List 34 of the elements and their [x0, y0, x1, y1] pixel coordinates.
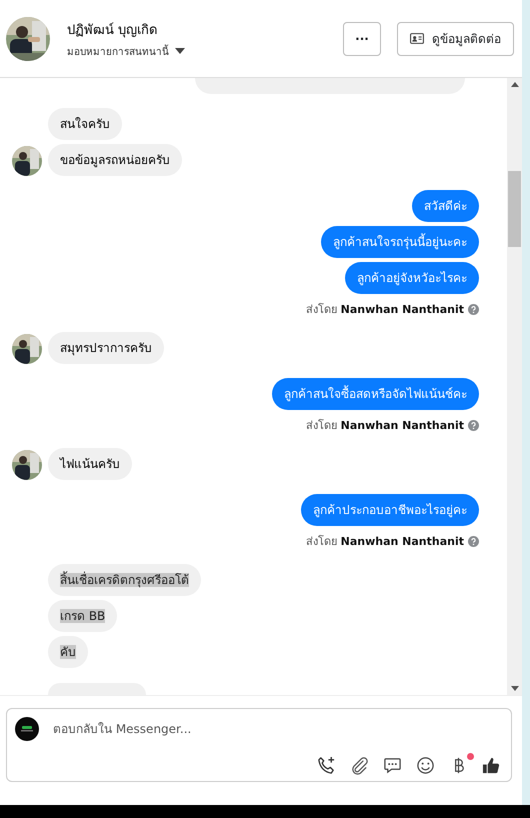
- message-bubble: คับ: [48, 636, 88, 668]
- scroll-up-icon[interactable]: [510, 82, 518, 87]
- thumbs-up-icon[interactable]: [482, 756, 501, 775]
- message-bubble: เกรด BB: [48, 600, 118, 632]
- message-bubble: ลูกค้าสนใจรถรุ่นนี้อยู่นะคะ: [321, 226, 479, 258]
- message-bubble: ลูกค้าสนใจซื้อสดหรือจัดไฟแน้นช์คะ: [272, 378, 479, 410]
- message-bubble: ขอข้อมูลรถหน่อยครับ: [48, 144, 182, 176]
- help-icon[interactable]: [468, 536, 479, 546]
- paperclip-icon[interactable]: [350, 756, 369, 775]
- message-bubble: ไฟแน้นครับ: [48, 448, 132, 480]
- message-bubble: สิ้นเชื่อเครดิตกรุงศรีออโต้: [48, 564, 201, 596]
- message-bubble: ลูกค้าประกอบอาชีพอะไรอยู่คะ: [301, 494, 479, 526]
- scrollbar[interactable]: [507, 78, 522, 695]
- sent-by-label: ส่งโดย Nanwhan Nanthanit: [306, 302, 464, 318]
- reply-input-field[interactable]: ตอบกลับใน Messenger...: [51, 721, 501, 737]
- contact-card-icon: [410, 33, 424, 44]
- chat-bubble-icon[interactable]: [383, 756, 402, 775]
- sent-by-label: ส่งโดย Nanwhan Nanthanit: [306, 418, 464, 434]
- emoji-icon[interactable]: [416, 756, 435, 775]
- contact-info-button[interactable]: ดูข้อมูลติดต่อ: [397, 22, 514, 56]
- more-button[interactable]: ···: [343, 22, 381, 56]
- contact-name: ปฏิพัฒน์ บุญเกิด: [67, 22, 158, 40]
- help-icon[interactable]: [468, 420, 479, 430]
- scroll-down-icon[interactable]: [510, 686, 518, 691]
- message-bubble: สวัสดีค่ะ: [412, 190, 479, 222]
- scrollbar-thumb[interactable]: [508, 171, 521, 247]
- assign-dropdown[interactable]: มอบหมายการสนทนานี้: [67, 44, 185, 58]
- add-call-icon[interactable]: [317, 756, 336, 775]
- message-bubble: สนใจครับ: [48, 108, 122, 140]
- caret-icon: [175, 48, 185, 54]
- sent-by-label: ส่งโดย Nanwhan Nanthanit: [306, 534, 464, 550]
- message-bubble: สมุทรปราการครับ: [48, 332, 164, 364]
- message-bubble: ลูกค้าอยู่จังหวัอะไรคะ: [345, 262, 479, 294]
- help-icon[interactable]: [468, 304, 479, 314]
